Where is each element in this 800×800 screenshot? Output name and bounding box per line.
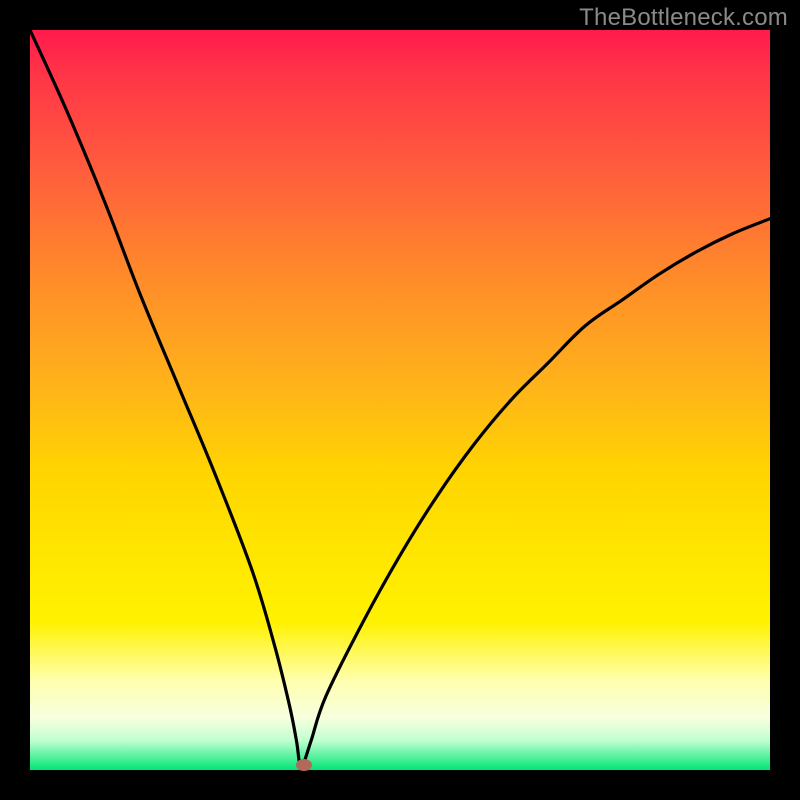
bottleneck-curve-svg — [30, 30, 770, 770]
optimum-marker-dot — [296, 759, 312, 771]
bottleneck-curve-path — [30, 30, 770, 768]
watermark-text: TheBottleneck.com — [579, 4, 788, 32]
chart-area — [30, 30, 770, 770]
